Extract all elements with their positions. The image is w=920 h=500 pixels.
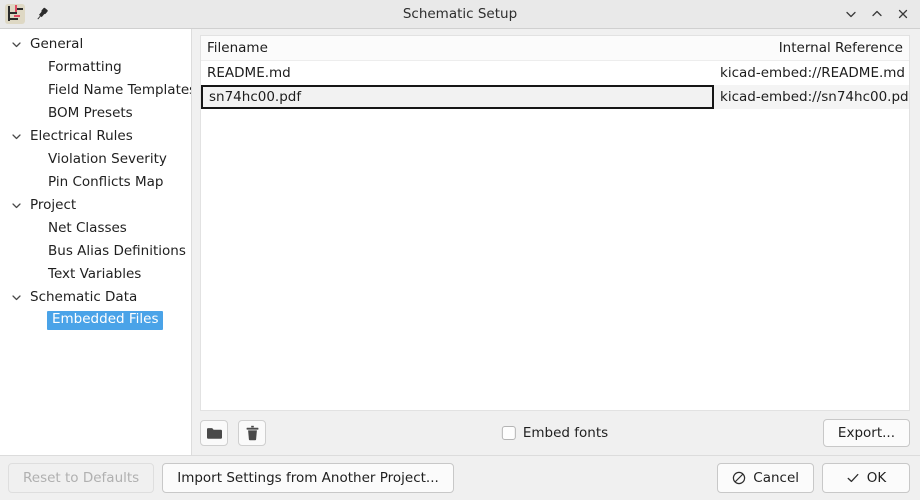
no-entry-icon: [732, 471, 746, 485]
tree-item-net-classes[interactable]: Net Classes: [0, 217, 191, 240]
tree-item-label: Violation Severity: [48, 150, 167, 167]
tree-item-label: General: [30, 35, 84, 52]
reset-to-defaults-button[interactable]: Reset to Defaults: [8, 463, 155, 493]
tree-item-violation-severity[interactable]: Violation Severity: [0, 148, 191, 171]
tree-item-bom-presets[interactable]: BOM Presets: [0, 102, 191, 125]
kicad-schematic-icon: [5, 4, 25, 24]
tree-item-bus-alias-definitions[interactable]: Bus Alias Definitions: [0, 240, 191, 263]
schematic-setup-dialog: Schematic Setup General Formatting Field…: [0, 0, 920, 500]
import-settings-button[interactable]: Import Settings from Another Project...: [162, 463, 454, 493]
column-header-filename[interactable]: Filename: [201, 40, 714, 56]
chevron-down-icon[interactable]: [8, 129, 24, 145]
table-row[interactable]: README.md kicad-embed://README.md: [201, 61, 909, 85]
tree-item-field-name-templates[interactable]: Field Name Templates: [0, 79, 191, 102]
tree-item-label: Text Variables: [48, 265, 142, 282]
chevron-down-icon[interactable]: [8, 290, 24, 306]
title-bar: Schematic Setup: [0, 0, 920, 29]
embedded-files-grid[interactable]: Filename Internal Reference README.md ki…: [200, 35, 910, 411]
cell-internal-reference[interactable]: kicad-embed://sn74hc00.pdf: [714, 85, 909, 109]
tree-item-text-variables[interactable]: Text Variables: [0, 263, 191, 286]
tree-item-label: Bus Alias Definitions: [48, 242, 186, 259]
dialog-footer: Reset to Defaults Import Settings from A…: [0, 455, 920, 500]
tree-item-label: Formatting: [48, 58, 122, 75]
tree-item-label: BOM Presets: [48, 104, 133, 121]
tree-item-general[interactable]: General: [0, 33, 191, 56]
settings-tree[interactable]: General Formatting Field Name Templates …: [0, 29, 192, 455]
grid-header-row: Filename Internal Reference: [201, 36, 909, 61]
title-bar-left: [0, 4, 51, 24]
cell-internal-reference[interactable]: kicad-embed://README.md: [714, 61, 909, 85]
window-controls: [838, 1, 920, 27]
dialog-body: General Formatting Field Name Templates …: [0, 29, 920, 455]
ok-button-label: OK: [866, 470, 887, 486]
embedded-files-panel: Filename Internal Reference README.md ki…: [192, 29, 920, 455]
tree-item-label: Project: [30, 196, 77, 213]
tree-item-schematic-data[interactable]: Schematic Data: [0, 286, 191, 309]
tree-item-label: Electrical Rules: [30, 127, 133, 144]
tree-item-label: Embedded Files: [47, 311, 164, 330]
tree-item-project[interactable]: Project: [0, 194, 191, 217]
embedded-files-toolbar: Embed fonts Export...: [200, 411, 910, 455]
tree-item-pin-conflicts-map[interactable]: Pin Conflicts Map: [0, 171, 191, 194]
export-button[interactable]: Export...: [822, 419, 910, 447]
embed-fonts-label: Embed fonts: [522, 425, 609, 441]
delete-file-button[interactable]: [238, 420, 266, 446]
trash-icon: [245, 425, 260, 441]
window-title: Schematic Setup: [402, 6, 518, 22]
ok-button[interactable]: OK: [822, 463, 910, 493]
pin-icon[interactable]: [33, 5, 51, 23]
tree-item-electrical-rules[interactable]: Electrical Rules: [0, 125, 191, 148]
tree-item-formatting[interactable]: Formatting: [0, 56, 191, 79]
maximize-button[interactable]: [864, 1, 890, 27]
column-header-internal-reference[interactable]: Internal Reference: [714, 40, 909, 56]
close-button[interactable]: [890, 1, 916, 27]
tree-item-label: Pin Conflicts Map: [48, 173, 164, 190]
cancel-button[interactable]: Cancel: [717, 463, 814, 493]
add-file-button[interactable]: [200, 420, 228, 446]
chevron-down-icon[interactable]: [8, 37, 24, 53]
tree-item-label: Schematic Data: [30, 288, 138, 305]
tree-item-embedded-files[interactable]: Embedded Files: [0, 309, 191, 332]
check-icon: [846, 471, 860, 485]
cell-filename[interactable]: sn74hc00.pdf: [201, 85, 714, 109]
tree-item-label: Net Classes: [48, 219, 127, 236]
embed-fonts-checkbox-group[interactable]: Embed fonts: [501, 425, 609, 441]
embed-fonts-checkbox[interactable]: [501, 426, 516, 440]
chevron-down-icon[interactable]: [8, 198, 24, 214]
table-row[interactable]: sn74hc00.pdf kicad-embed://sn74hc00.pdf: [201, 85, 909, 109]
minimize-button[interactable]: [838, 1, 864, 27]
cancel-button-label: Cancel: [753, 470, 799, 486]
tree-item-label: Field Name Templates: [48, 81, 192, 98]
folder-icon: [206, 426, 223, 441]
cell-filename[interactable]: README.md: [201, 61, 714, 85]
